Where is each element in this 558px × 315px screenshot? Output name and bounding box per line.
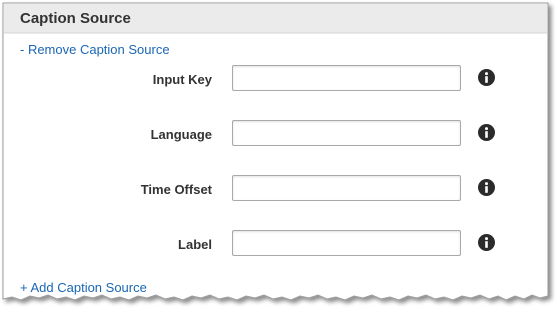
- time-offset-row: Time Offset: [0, 175, 520, 205]
- label-field[interactable]: [232, 230, 461, 256]
- info-icon[interactable]: [478, 234, 495, 251]
- info-icon[interactable]: [478, 69, 495, 86]
- input-key-row: Input Key: [0, 65, 520, 95]
- caption-source-panel: Caption Source - Remove Caption Source I…: [0, 0, 558, 315]
- info-icon[interactable]: [478, 179, 495, 196]
- language-row: Language: [0, 120, 520, 150]
- time-offset-label: Time Offset: [140, 182, 212, 197]
- section-title: Caption Source: [20, 10, 131, 27]
- language-field[interactable]: [232, 120, 461, 146]
- label-label: Label: [178, 237, 212, 252]
- input-key-field[interactable]: [232, 65, 461, 91]
- language-label: Language: [150, 127, 212, 142]
- remove-caption-source-link[interactable]: - Remove Caption Source: [20, 42, 170, 57]
- add-caption-source-link[interactable]: + Add Caption Source: [20, 280, 147, 295]
- input-key-label: Input Key: [152, 72, 212, 87]
- time-offset-field[interactable]: [232, 175, 461, 201]
- label-row: Label: [0, 230, 520, 260]
- info-icon[interactable]: [478, 124, 495, 141]
